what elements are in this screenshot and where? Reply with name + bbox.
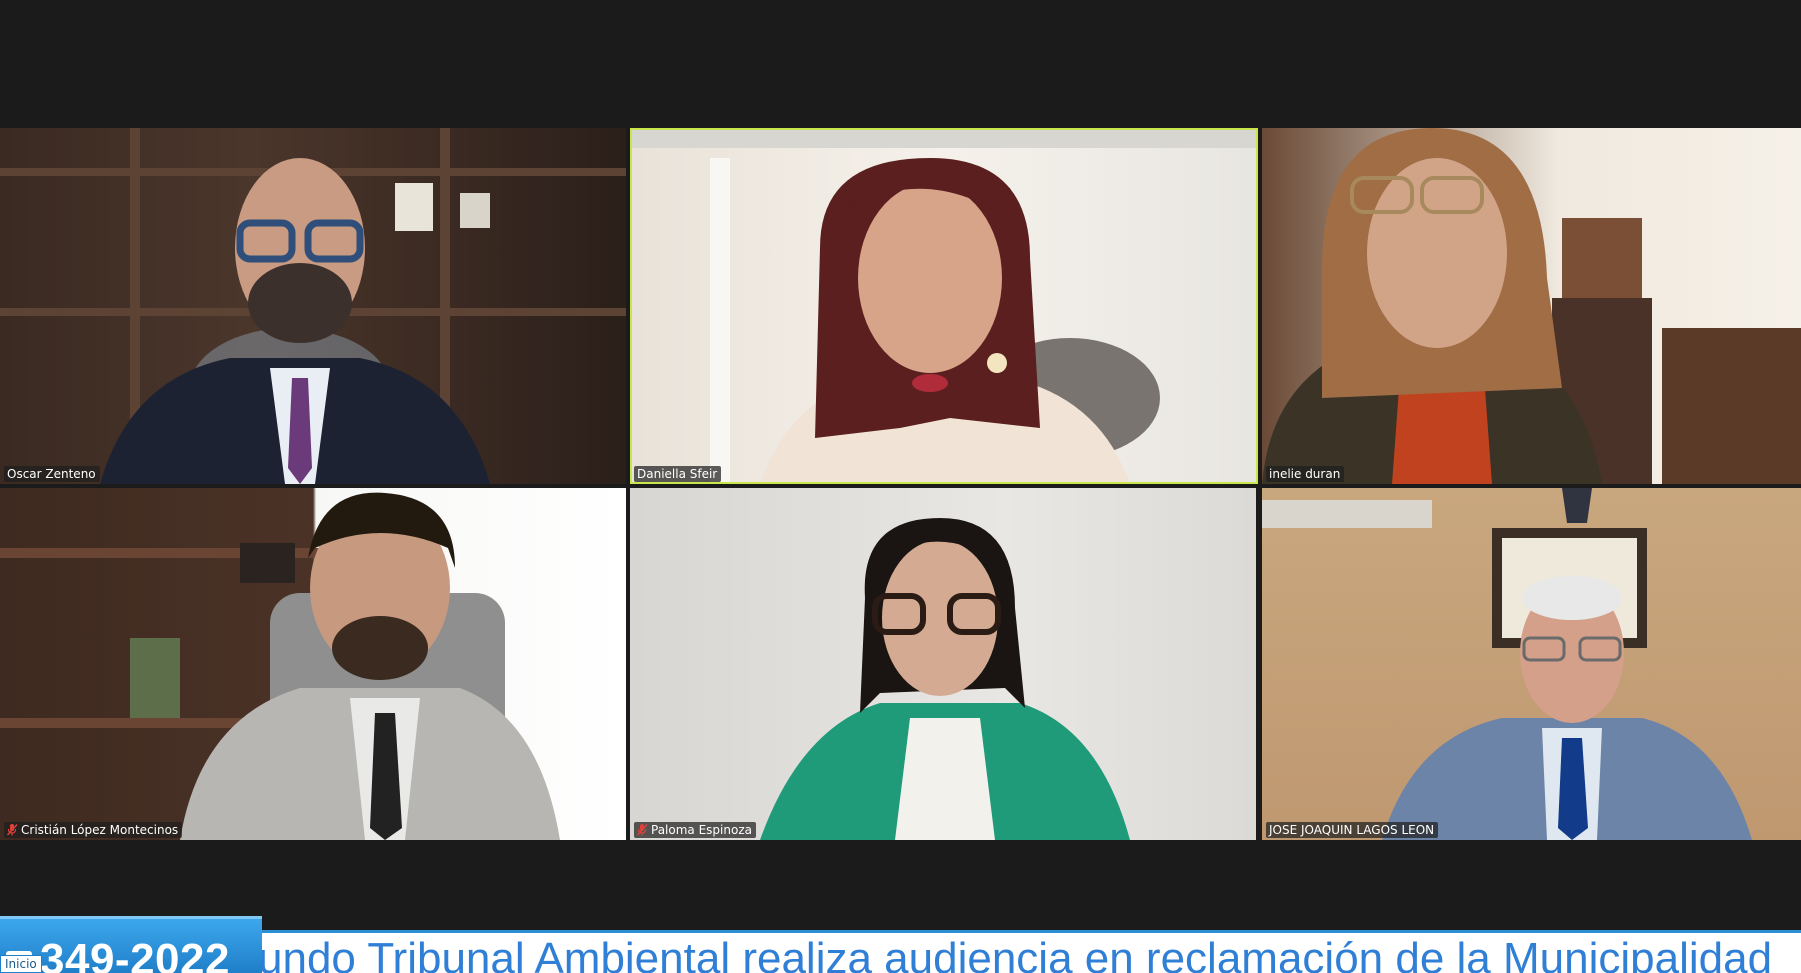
participant-name-tag: Cristián López Montecinos — [4, 822, 183, 838]
participant-name: Cristián López Montecinos — [21, 823, 179, 837]
participant-video-image — [0, 492, 560, 840]
video-tile-paloma-espinoza[interactable]: Paloma Espinoza — [630, 488, 1256, 840]
video-tile-oscar-zenteno[interactable]: Oscar Zenteno — [0, 128, 626, 484]
mic-muted-icon — [637, 824, 648, 836]
participant-video-image — [1262, 128, 1801, 484]
participant-video-image — [0, 128, 626, 484]
participant-name-tag: Daniella Sfeir — [634, 466, 722, 482]
participant-video-image — [630, 128, 1258, 484]
participant-name-tag: Paloma Espinoza — [634, 822, 756, 838]
participant-name: JOSE JOAQUIN LAGOS LEON — [1269, 823, 1435, 837]
participant-name-tag: Oscar Zenteno — [4, 466, 100, 482]
video-tile-cristian-lopez-montecinos[interactable]: Cristián López Montecinos — [0, 488, 626, 840]
inicio-label: Inicio — [0, 955, 42, 973]
participant-name: Oscar Zenteno — [7, 467, 96, 481]
ticker-headline: undo Tribunal Ambiental realiza audienci… — [258, 934, 1773, 973]
ticker-case-label: 349-2022 Inicio — [0, 916, 262, 973]
video-tile-daniella-sfeir[interactable]: Daniella Sfeir — [630, 128, 1258, 484]
participant-name: inelie duran — [1269, 467, 1341, 481]
participant-name: Daniella Sfeir — [637, 467, 718, 481]
case-number: 349-2022 — [40, 935, 230, 973]
participant-video-image — [1262, 488, 1752, 840]
mic-muted-icon — [7, 824, 18, 836]
participant-name: Paloma Espinoza — [651, 823, 752, 837]
video-tile-inelie-duran[interactable]: inelie duran — [1262, 128, 1801, 484]
news-ticker-bar: undo Tribunal Ambiental realiza audienci… — [0, 930, 1801, 973]
video-tile-jose-joaquin-lagos-leon[interactable]: JOSE JOAQUIN LAGOS LEON — [1262, 488, 1801, 840]
participant-name-tag: JOSE JOAQUIN LAGOS LEON — [1266, 822, 1439, 838]
participant-video-image — [760, 518, 1130, 840]
participant-name-tag: inelie duran — [1266, 466, 1345, 482]
